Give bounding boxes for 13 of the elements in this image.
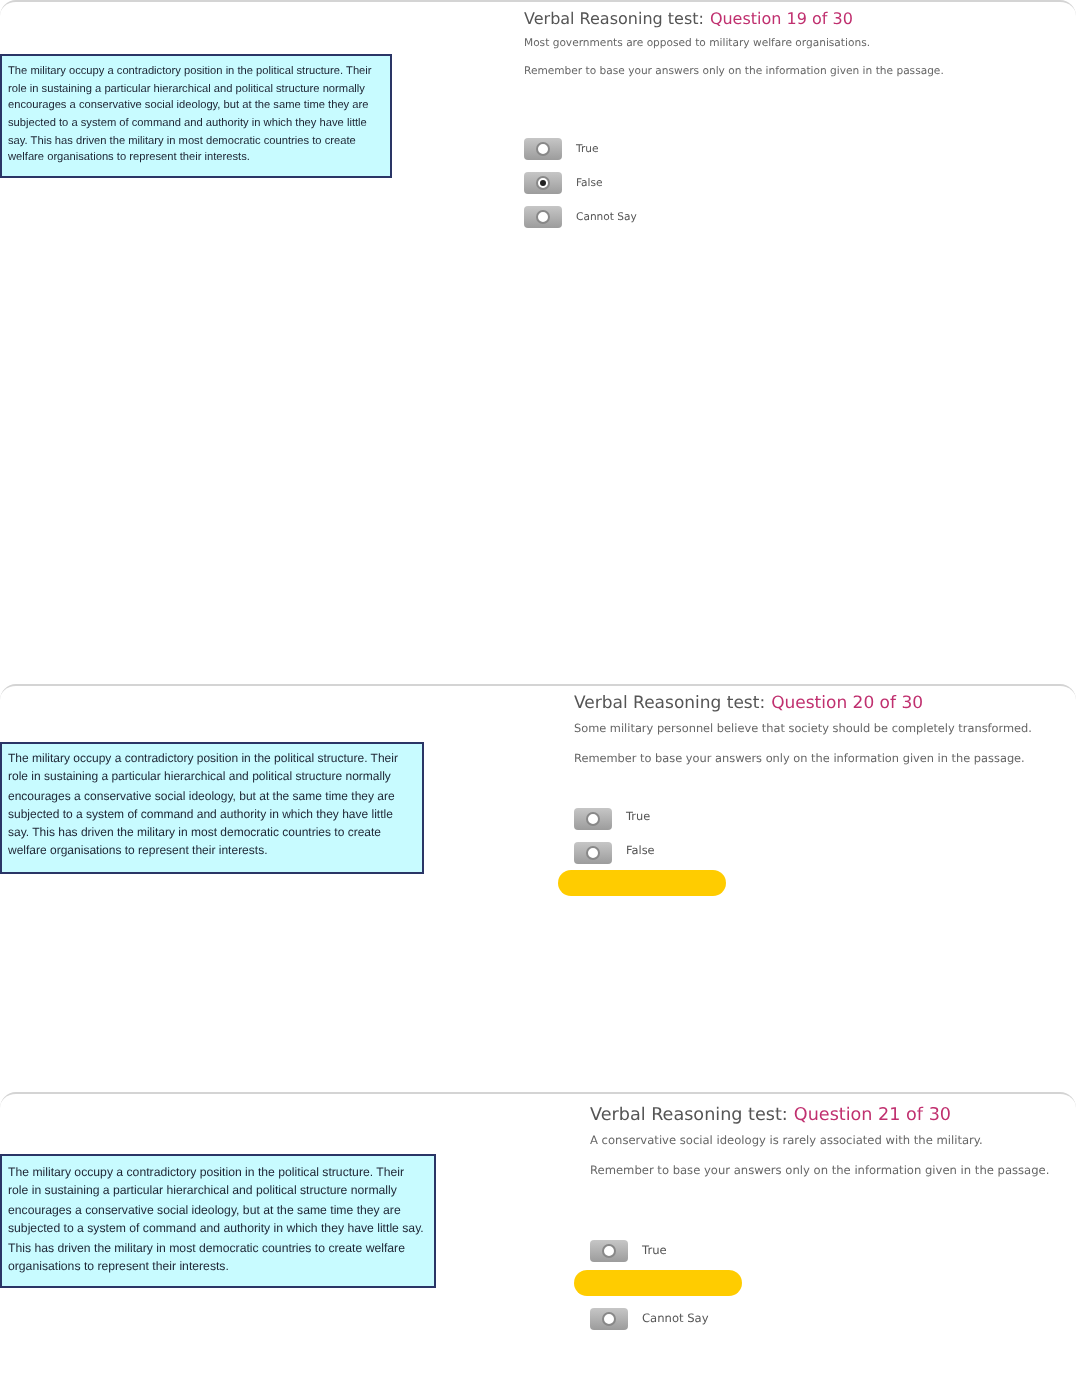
- radio-button[interactable]: [590, 1240, 628, 1263]
- test-title: Verbal Reasoning test:: [524, 10, 704, 28]
- radio-button[interactable]: [524, 138, 562, 161]
- question-counter: Question 19 of 30: [709, 10, 853, 28]
- radio-button[interactable]: [574, 841, 612, 864]
- radio-button[interactable]: [590, 1308, 628, 1331]
- question-counter: Question 20 of 30: [771, 694, 924, 714]
- test-title: Verbal Reasoning test:: [590, 1106, 788, 1126]
- radio-button[interactable]: [524, 172, 562, 195]
- question-counter: Question 21 of 30: [793, 1106, 952, 1126]
- radio-button[interactable]: [524, 206, 562, 229]
- test-title: Verbal Reasoning test:: [574, 694, 766, 714]
- radio-button[interactable]: [574, 807, 612, 830]
